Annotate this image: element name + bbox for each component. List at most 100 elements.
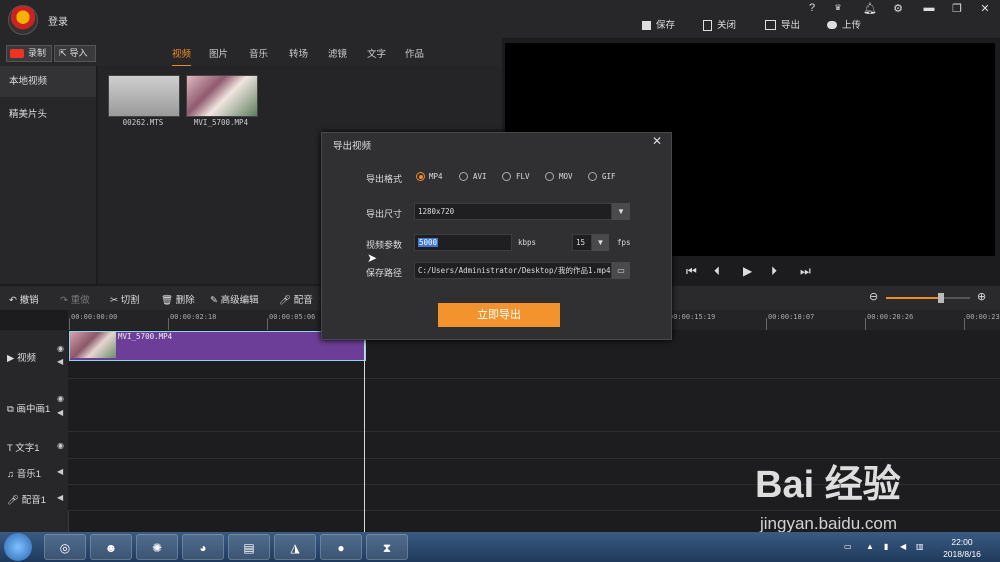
tab-pictures[interactable]: 图片 <box>209 46 228 60</box>
tray-network-icon[interactable]: ▥ <box>916 542 924 551</box>
mouse-cursor-icon: ➤ <box>367 251 378 265</box>
sidebar-item-intros[interactable]: 精美片头 <box>0 99 96 130</box>
speaker-icon[interactable]: ◀ <box>57 467 63 476</box>
taskbar-app-icon[interactable]: ◎ <box>44 534 86 560</box>
chevron-down-icon[interactable]: ▼ <box>612 203 630 220</box>
close-window-icon[interactable]: ✕ <box>976 2 994 15</box>
app-logo-icon[interactable] <box>8 5 38 35</box>
redo-icon: ↷ <box>60 295 71 306</box>
watermark-url: jingyan.baidu.com <box>760 514 898 533</box>
chevron-down-icon[interactable]: ▼ <box>592 234 609 251</box>
play-icon[interactable]: ▶ <box>743 264 752 278</box>
ruler-tick <box>168 318 169 330</box>
zoom-slider-fill <box>886 297 942 299</box>
close-icon[interactable]: ✕ <box>652 134 662 148</box>
playhead[interactable] <box>364 310 365 532</box>
ruler-tick <box>865 318 866 330</box>
size-select[interactable]: 1280x720 <box>414 203 612 220</box>
folder-browse-icon[interactable]: ▭ <box>612 262 630 279</box>
media-thumbnail[interactable] <box>186 75 258 117</box>
gear-icon[interactable]: ⚙ <box>889 2 907 15</box>
taskbar-explorer-icon[interactable]: ▤ <box>228 534 270 560</box>
delete-button[interactable]: 🗑︎ 删除 <box>161 292 195 306</box>
dub-button[interactable]: 🎤︎ 配音 <box>279 292 313 306</box>
step-back-icon[interactable]: ⏴︎ <box>714 264 720 279</box>
zoom-out-icon[interactable]: ⊖ <box>869 290 878 303</box>
speaker-icon[interactable]: ◀ <box>57 493 63 502</box>
ruler-label: 00:00:23: <box>966 313 1000 321</box>
taskbar-media-icon[interactable]: ✺ <box>136 534 178 560</box>
tray-arrow-icon[interactable]: ▲ <box>866 542 874 551</box>
radio-label-gif: GIF <box>602 172 616 181</box>
close-button[interactable]: 关闭 <box>703 19 736 33</box>
ruler-label: 00:00:02:18 <box>170 313 217 321</box>
radio-flv[interactable] <box>502 172 511 181</box>
save-button[interactable]: 保存 <box>642 19 675 33</box>
import-button[interactable]: ⇱ 导入 <box>54 45 96 62</box>
ruler-label: 00:00:05:06 <box>269 313 316 321</box>
zoom-in-icon[interactable]: ⊕ <box>977 290 986 303</box>
vip-icon[interactable]: ♛ <box>829 3 847 12</box>
scissors-icon: ✂ <box>110 295 121 306</box>
clip-thumbnail <box>70 332 116 358</box>
step-forward-icon[interactable]: ⏵︎ <box>771 264 777 279</box>
help-icon[interactable]: ? <box>803 2 821 14</box>
fps-unit: fps <box>617 238 631 247</box>
radio-avi[interactable] <box>459 172 468 181</box>
taskbar-firefox-icon[interactable]: ◕ <box>182 534 224 560</box>
eye-icon[interactable]: ◉ <box>57 441 64 450</box>
tab-works[interactable]: 作品 <box>405 46 424 60</box>
sidebar-item-local-video[interactable]: 本地视频 <box>0 66 96 97</box>
eye-icon[interactable]: ◉ <box>57 344 64 353</box>
login-link[interactable]: 登录 <box>48 13 68 28</box>
minimize-icon[interactable]: ▬ <box>920 2 938 14</box>
cut-button[interactable]: ✂ 切割 <box>110 292 140 306</box>
upload-button[interactable]: 上传 <box>827 19 861 33</box>
skip-end-icon[interactable]: ⏭ <box>800 264 811 279</box>
track-row-pip[interactable] <box>68 379 1000 432</box>
taskbar-record-icon[interactable]: ● <box>320 534 362 560</box>
radio-mp4[interactable] <box>416 172 425 181</box>
bitrate-input[interactable]: 5000 <box>414 234 512 251</box>
zoom-slider-handle[interactable] <box>938 293 944 303</box>
fps-select[interactable]: 15 <box>572 234 592 251</box>
speaker-icon[interactable]: ◀ <box>57 357 63 366</box>
tray-volume-icon[interactable]: ◀ <box>900 542 906 551</box>
tray-keyboard-icon[interactable]: ▭ <box>844 542 852 551</box>
tab-transitions[interactable]: 转场 <box>289 46 308 60</box>
mic-track-icon: 🎤︎ <box>7 495 22 506</box>
redo-button[interactable]: ↷ 重做 <box>60 292 90 306</box>
speaker-icon[interactable]: ◀ <box>57 408 63 417</box>
export-now-button[interactable]: 立即导出 <box>438 303 560 327</box>
radio-mov[interactable] <box>545 172 554 181</box>
exit-icon <box>703 19 712 31</box>
restore-icon[interactable]: ❐ <box>948 2 966 15</box>
skip-start-icon[interactable]: ⏮ <box>686 264 697 279</box>
taskbar-player-icon[interactable]: ◮ <box>274 534 316 560</box>
export-button[interactable]: 导出 <box>765 19 800 33</box>
media-thumbnail[interactable] <box>108 75 180 117</box>
advanced-edit-button[interactable]: ✎ 高级编辑 <box>210 292 259 306</box>
save-path-input[interactable]: C:/Users/Administrator/Desktop/我的作品1.mp4 <box>414 262 612 279</box>
music-track-icon: ♫ <box>7 469 17 480</box>
clock-date: 2018/8/16 <box>943 549 981 559</box>
radio-gif[interactable] <box>588 172 597 181</box>
ruler-tick <box>267 318 268 330</box>
dialog-title: 导出视频 <box>333 141 372 152</box>
tray-power-icon[interactable]: ▮ <box>884 542 888 551</box>
tab-text[interactable]: 文字 <box>367 46 386 60</box>
ruler-tick <box>766 318 767 330</box>
record-button[interactable]: 录制 <box>6 45 52 62</box>
bell-icon[interactable]: 🔔︎ <box>861 2 879 15</box>
start-button[interactable] <box>4 533 32 561</box>
undo-button[interactable]: ↶ 撤销 <box>9 292 39 306</box>
tab-music[interactable]: 音乐 <box>249 46 268 60</box>
tab-filters[interactable]: 滤镜 <box>328 46 347 60</box>
eye-icon[interactable]: ◉ <box>57 394 64 403</box>
taskbar-clock[interactable]: 22:00 2018/8/16 <box>934 536 990 560</box>
taskbar-editor-icon[interactable]: ⧗ <box>366 534 408 560</box>
ruler-label: 00:00:00:00 <box>71 313 118 321</box>
taskbar-qq-icon[interactable]: ☻ <box>90 534 132 560</box>
ruler-tick <box>964 318 965 330</box>
tab-video[interactable]: 视频 <box>172 46 192 67</box>
